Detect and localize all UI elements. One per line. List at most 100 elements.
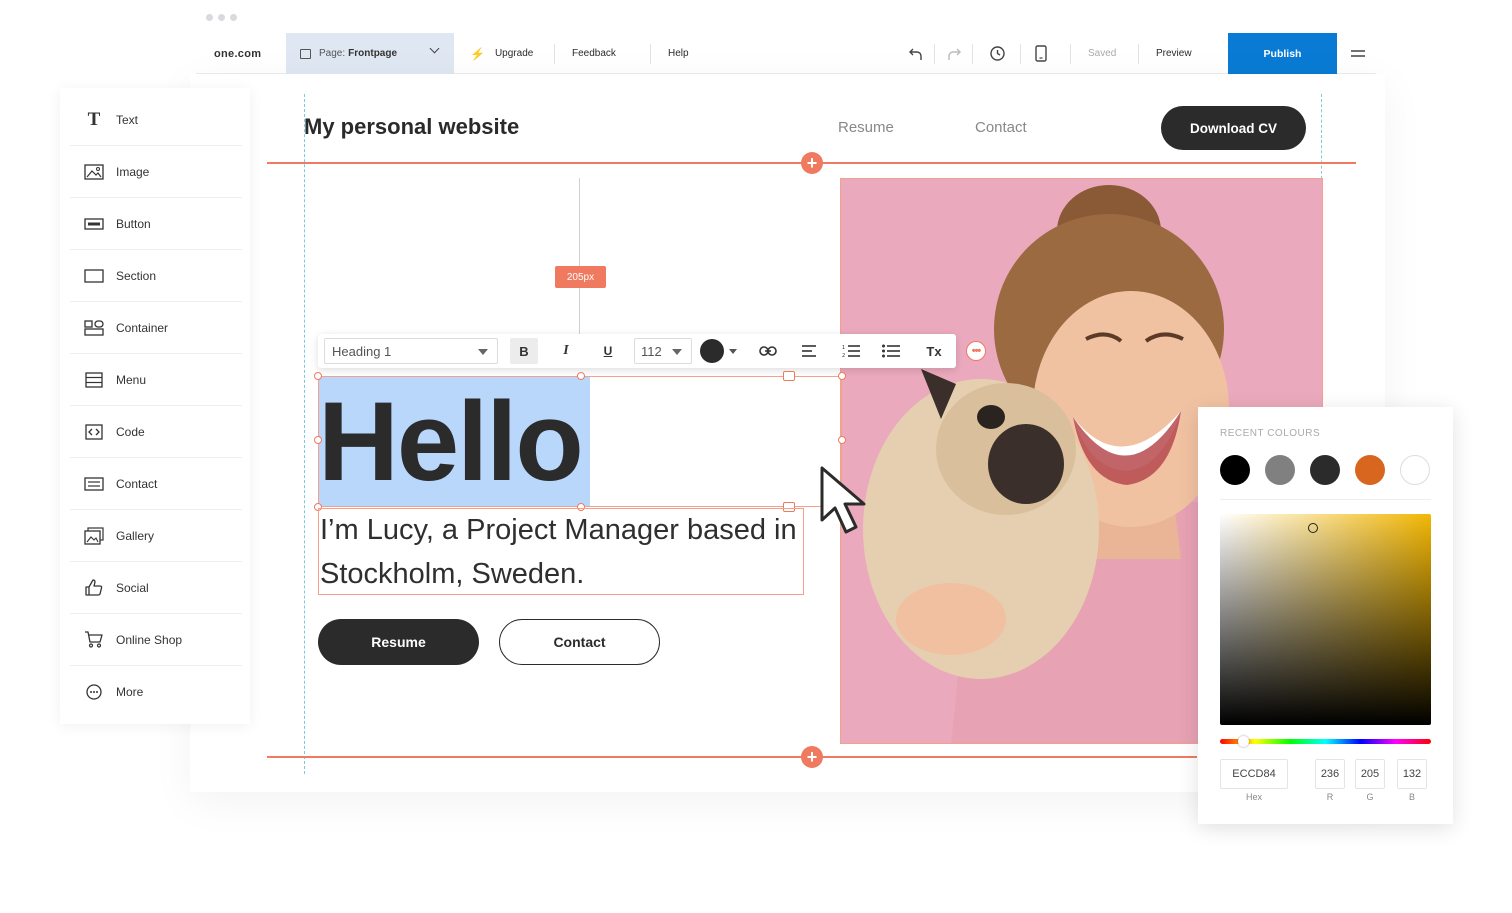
text-color-swatch[interactable]: [700, 339, 724, 363]
resize-handle[interactable]: [314, 372, 322, 380]
color-caret-icon[interactable]: [727, 338, 739, 364]
sidebar-item-contact[interactable]: Contact: [70, 458, 242, 510]
undo-icon[interactable]: [908, 33, 924, 74]
text-format-toolbar: Heading 1 B I U 112 12 Tx: [318, 334, 956, 368]
hex-input[interactable]: ECCD84: [1220, 759, 1288, 789]
cart-icon: [83, 631, 105, 648]
sidebar-item-image[interactable]: Image: [70, 146, 242, 198]
sidebar-item-label: More: [116, 685, 144, 699]
nav-link-resume[interactable]: Resume: [838, 119, 894, 136]
sidebar-item-online-shop[interactable]: Online Shop: [70, 614, 242, 666]
preview-button[interactable]: Preview: [1156, 33, 1192, 74]
saturation-value-area[interactable]: [1220, 514, 1431, 725]
redo-icon[interactable]: [946, 33, 962, 74]
sidebar-item-container[interactable]: Container: [70, 302, 242, 354]
spacing-guide: [579, 178, 580, 336]
lightning-icon: ⚡: [470, 46, 485, 61]
download-cv-button[interactable]: Download CV: [1161, 106, 1306, 150]
color-cursor[interactable]: [1308, 523, 1318, 533]
recent-colour-swatch[interactable]: [1400, 455, 1430, 485]
sidebar-item-gallery[interactable]: Gallery: [70, 510, 242, 562]
container-icon: [83, 319, 105, 336]
green-label: G: [1366, 792, 1374, 802]
font-size-select[interactable]: 112: [634, 338, 692, 364]
clear-format-button[interactable]: Tx: [920, 338, 948, 364]
green-input[interactable]: 205: [1355, 759, 1385, 789]
resize-handle[interactable]: [314, 436, 322, 444]
sidebar-item-label: Button: [116, 216, 151, 231]
window-dot: [206, 14, 213, 21]
bold-button[interactable]: B: [510, 338, 538, 364]
recent-colour-swatch[interactable]: [1265, 455, 1295, 485]
recent-colour-swatch[interactable]: [1220, 455, 1250, 485]
menu-icon: [83, 371, 105, 388]
sidebar-item-button[interactable]: Button: [70, 198, 242, 250]
element-options-tab[interactable]: [783, 371, 795, 381]
underline-button[interactable]: U: [596, 338, 620, 364]
color-picker-panel: RECENT COLOURS ECCD84 236 205 132 Hex R …: [1198, 407, 1453, 824]
bullet-list-icon[interactable]: [878, 338, 904, 364]
sidebar-item-menu[interactable]: Menu: [70, 354, 242, 406]
resize-handle[interactable]: [577, 372, 585, 380]
resize-handle[interactable]: [838, 372, 846, 380]
hue-slider-thumb[interactable]: [1238, 736, 1249, 747]
recent-colour-swatch[interactable]: [1310, 455, 1340, 485]
text-style-value: Heading 1: [332, 343, 392, 359]
caret-down-icon: [672, 349, 682, 355]
svg-text:1: 1: [842, 345, 845, 351]
sidebar-item-more[interactable]: More: [70, 666, 242, 718]
contact-button[interactable]: Contact: [499, 619, 660, 665]
sidebar-item-label: Gallery: [116, 528, 155, 543]
sidebar-item-text[interactable]: T Text: [70, 94, 242, 146]
red-input[interactable]: 236: [1315, 759, 1345, 789]
brand-logo[interactable]: one.com: [214, 33, 261, 74]
section-icon: [83, 268, 105, 283]
align-left-icon[interactable]: [796, 338, 822, 364]
sidebar-item-section[interactable]: Section: [70, 250, 242, 302]
upgrade-label: Upgrade: [494, 48, 534, 59]
publish-button[interactable]: Publish: [1228, 33, 1337, 74]
link-icon[interactable]: [754, 338, 782, 364]
numbered-list-icon[interactable]: 12: [838, 338, 864, 364]
resize-handle[interactable]: [838, 436, 846, 444]
text-icon: T: [87, 108, 101, 130]
page-icon: [300, 48, 311, 59]
thumbs-up-icon: [83, 579, 105, 596]
guide-line: [304, 94, 305, 774]
top-toolbar: one.com Page: Frontpage ⚡ Upgrade Feedba…: [196, 33, 1376, 74]
page-selector-label: Page:: [319, 48, 346, 59]
hero-subtitle[interactable]: I’m Lucy, a Project Manager based in Sto…: [320, 508, 800, 596]
page-selector-value: Frontpage: [348, 48, 398, 59]
chevron-down-icon: [429, 43, 440, 54]
sidebar-item-label: Section: [116, 268, 157, 283]
window-dot: [218, 14, 225, 21]
upgrade-button[interactable]: ⚡ Upgrade: [470, 33, 533, 74]
site-title[interactable]: My personal website: [304, 114, 519, 140]
help-link[interactable]: Help: [668, 33, 689, 74]
image-icon: [83, 163, 105, 180]
sidebar-item-label: Container: [116, 320, 169, 335]
spacing-badge: 205px: [555, 266, 606, 288]
add-section-button[interactable]: +: [801, 152, 823, 174]
sidebar-item-label: Code: [116, 424, 145, 439]
recent-colour-swatch[interactable]: [1355, 455, 1385, 485]
add-section-button[interactable]: +: [801, 746, 823, 768]
text-style-select[interactable]: Heading 1: [324, 338, 498, 364]
history-icon[interactable]: [989, 33, 1006, 74]
nav-link-contact[interactable]: Contact: [975, 119, 1027, 136]
saved-status: Saved: [1088, 48, 1117, 59]
sidebar-item-code[interactable]: Code: [70, 406, 242, 458]
code-icon: [83, 423, 105, 440]
mobile-view-icon[interactable]: [1035, 33, 1047, 74]
hue-slider[interactable]: [1220, 739, 1431, 744]
blue-input[interactable]: 132: [1397, 759, 1427, 789]
section-divider: [267, 756, 1197, 758]
sidebar-item-label: Social: [116, 580, 149, 595]
sidebar-item-social[interactable]: Social: [70, 562, 242, 614]
resume-button[interactable]: Resume: [318, 619, 479, 665]
page-selector[interactable]: Page: Frontpage: [286, 33, 454, 74]
more-options-icon[interactable]: •••: [966, 341, 986, 361]
feedback-link[interactable]: Feedback: [572, 33, 616, 74]
italic-button[interactable]: I: [554, 338, 578, 364]
hamburger-menu-icon[interactable]: [1351, 33, 1365, 74]
